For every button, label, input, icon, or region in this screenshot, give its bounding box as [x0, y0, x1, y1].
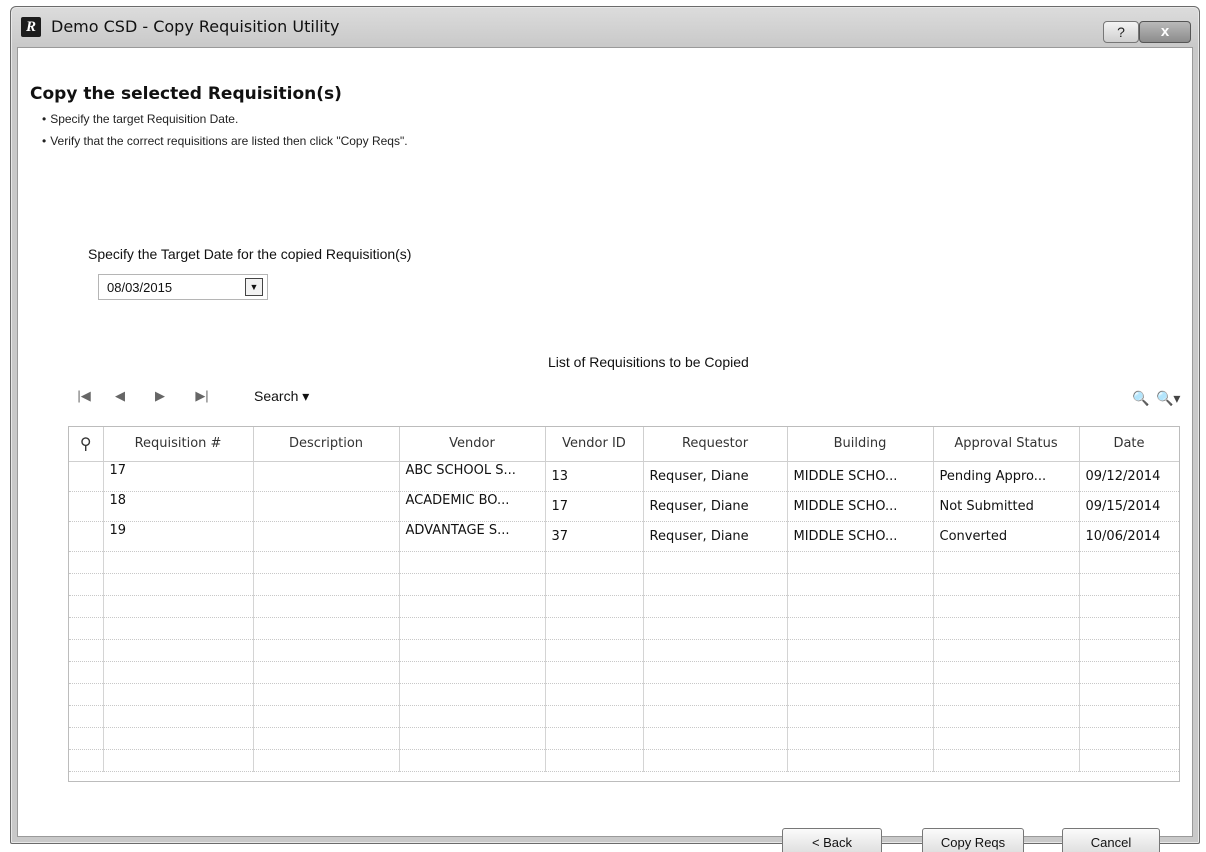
table-row[interactable]: 17 ABC SCHOOL S... 13 Requser, Diane MID…: [69, 461, 1179, 492]
last-record-icon[interactable]: ▶|: [192, 388, 212, 404]
approval-status-cell[interactable]: Not Submitted: [933, 491, 1080, 522]
column-header-approval-status[interactable]: Approval Status: [933, 427, 1080, 462]
first-record-icon[interactable]: |◀: [74, 388, 94, 404]
grid-header-row: ⚲ Requisition # Description Vendor Vendo…: [69, 427, 1179, 462]
title-bar: R Demo CSD - Copy Requisition Utility ? …: [11, 7, 1199, 47]
vendor-cell[interactable]: ABC SCHOOL S...: [399, 461, 546, 492]
description-cell[interactable]: [253, 461, 400, 492]
table-row[interactable]: 18 ACADEMIC BO... 17 Requser, Diane MIDD…: [69, 491, 1179, 522]
description-cell[interactable]: [253, 521, 400, 552]
find-options-icon[interactable]: 🔍▾: [1156, 390, 1180, 407]
target-date-field[interactable]: [99, 275, 235, 299]
empty-row: [69, 617, 1179, 640]
app-logo-icon: R: [21, 17, 41, 37]
requestor-cell[interactable]: Requser, Diane: [643, 461, 788, 492]
chevron-down-icon[interactable]: ▼: [245, 278, 263, 296]
column-header-description[interactable]: Description: [253, 427, 400, 462]
grid-toolbar: |◀ ◀ ▶ ▶| Search ▾ 🔍 🔍▾: [74, 386, 1194, 408]
search-menu-button[interactable]: Search ▾: [254, 388, 309, 405]
empty-row: [69, 705, 1179, 728]
page-title: Copy the selected Requisition(s): [30, 84, 342, 104]
dialog-body: Copy the selected Requisition(s) Specify…: [17, 47, 1194, 852]
empty-row: [69, 573, 1179, 596]
requisitions-grid: ⚲ Requisition # Description Vendor Vendo…: [68, 426, 1180, 782]
instruction-list: Specify the target Requisition Date. Ver…: [42, 108, 408, 152]
grid-search-cell[interactable]: ⚲: [69, 427, 104, 462]
find-icon[interactable]: 🔍: [1132, 390, 1149, 407]
requisition-number-cell[interactable]: 17: [103, 461, 254, 492]
column-header-date[interactable]: Date: [1079, 427, 1179, 462]
approval-status-cell[interactable]: Converted: [933, 521, 1080, 552]
column-header-building[interactable]: Building: [787, 427, 934, 462]
back-button[interactable]: < Back: [782, 828, 882, 852]
instruction-item: Verify that the correct requisitions are…: [42, 130, 407, 152]
table-row[interactable]: 19 ADVANTAGE S... 37 Requser, Diane MIDD…: [69, 521, 1179, 552]
column-header-requisition[interactable]: Requisition #: [103, 427, 254, 462]
target-date-label: Specify the Target Date for the copied R…: [88, 246, 412, 262]
grid-caption: List of Requisitions to be Copied: [548, 354, 749, 370]
vendor-id-cell[interactable]: 13: [545, 461, 644, 492]
requestor-cell[interactable]: Requser, Diane: [643, 521, 788, 552]
dialog-window: R Demo CSD - Copy Requisition Utility ? …: [10, 6, 1200, 852]
requisition-number-cell[interactable]: 18: [103, 491, 254, 522]
empty-row: [69, 595, 1179, 618]
building-cell[interactable]: MIDDLE SCHO...: [787, 491, 934, 522]
window-title: Demo CSD - Copy Requisition Utility: [51, 17, 340, 36]
previous-record-icon[interactable]: ◀: [110, 388, 130, 404]
date-cell[interactable]: 09/12/2014: [1079, 461, 1179, 492]
empty-row: [69, 749, 1179, 772]
vendor-id-cell[interactable]: 37: [545, 521, 644, 552]
column-header-requestor[interactable]: Requestor: [643, 427, 788, 462]
empty-row: [69, 661, 1179, 684]
cancel-button[interactable]: Cancel: [1062, 828, 1160, 852]
description-cell[interactable]: [253, 491, 400, 522]
vendor-id-cell[interactable]: 17: [545, 491, 644, 522]
building-cell[interactable]: MIDDLE SCHO...: [787, 461, 934, 492]
close-button[interactable]: x: [1139, 21, 1191, 43]
approval-status-cell[interactable]: Pending Appro...: [933, 461, 1080, 492]
next-record-icon[interactable]: ▶: [150, 388, 170, 404]
column-header-vendor[interactable]: Vendor: [399, 427, 546, 462]
empty-row: [69, 727, 1179, 750]
copy-reqs-button[interactable]: Copy Reqs: [922, 828, 1024, 852]
column-header-vendor-id[interactable]: Vendor ID: [545, 427, 644, 462]
instruction-item: Specify the target Requisition Date.: [42, 108, 408, 130]
vendor-cell[interactable]: ADVANTAGE S...: [399, 521, 546, 552]
search-icon[interactable]: ⚲: [80, 434, 92, 453]
requestor-cell[interactable]: Requser, Diane: [643, 491, 788, 522]
requisition-number-cell[interactable]: 19: [103, 521, 254, 552]
empty-row: [69, 683, 1179, 706]
building-cell[interactable]: MIDDLE SCHO...: [787, 521, 934, 552]
vendor-cell[interactable]: ACADEMIC BO...: [399, 491, 546, 522]
date-cell[interactable]: 09/15/2014: [1079, 491, 1179, 522]
date-cell[interactable]: 10/06/2014: [1079, 521, 1179, 552]
empty-row: [69, 639, 1179, 662]
target-date-picker[interactable]: ▼: [98, 274, 268, 300]
empty-row: [69, 551, 1179, 574]
help-button[interactable]: ?: [1103, 21, 1139, 43]
